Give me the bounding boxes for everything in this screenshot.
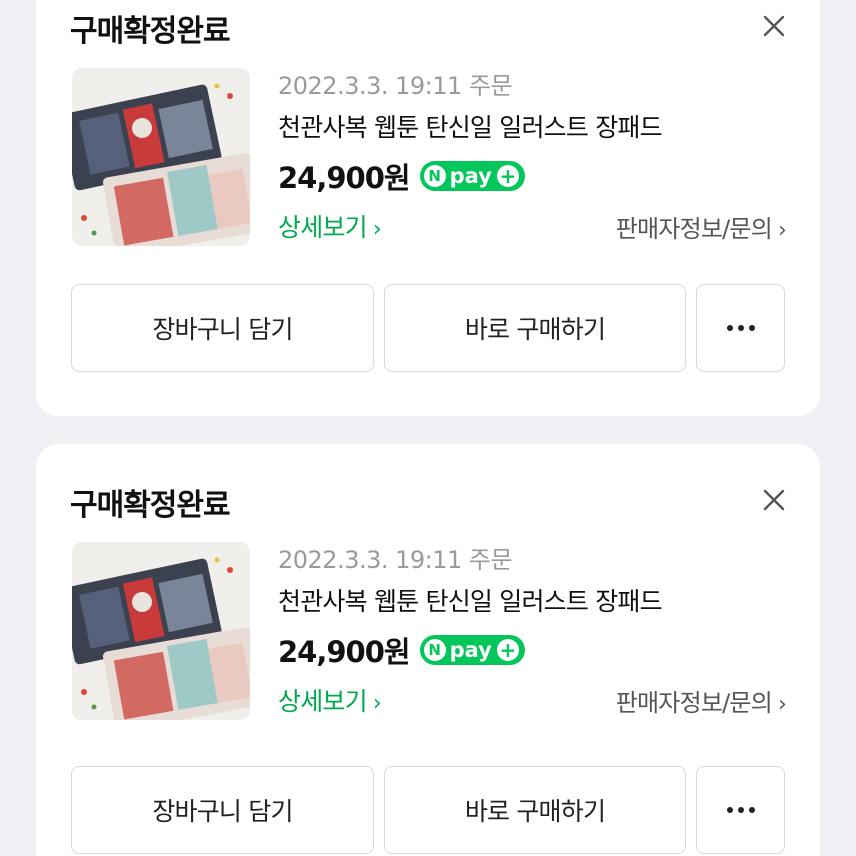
chevron-right-icon: ›	[778, 691, 787, 717]
product-name[interactable]: 천관사복 웹툰 탄신일 일러스트 장패드	[278, 108, 786, 148]
npay-label: pay	[449, 164, 492, 188]
seller-info-label: 판매자정보/문의	[615, 214, 773, 243]
buy-now-button[interactable]: 바로 구매하기	[384, 284, 686, 372]
npay-label: pay	[449, 638, 492, 662]
price-row: 24,900원 N pay +	[278, 628, 786, 672]
add-to-cart-button[interactable]: 장바구니 담기	[71, 284, 374, 372]
product-price: 24,900원	[278, 161, 411, 195]
order-status: 구매확정완료	[70, 488, 231, 523]
npay-n-icon: N	[423, 165, 446, 187]
product-thumbnail[interactable]	[72, 542, 250, 720]
seller-info-link[interactable]: 판매자정보/문의 ›	[615, 209, 787, 244]
order-date: 2022.3.3. 19:11 주문	[278, 546, 513, 574]
detail-link-label: 상세보기	[278, 687, 368, 716]
buy-now-button[interactable]: 바로 구매하기	[384, 766, 686, 854]
link-row: 상세보기 › 판매자정보/문의 ›	[278, 206, 787, 246]
product-name[interactable]: 천관사복 웹툰 탄신일 일러스트 장패드	[278, 582, 786, 622]
order-status: 구매확정완료	[70, 14, 231, 49]
chevron-right-icon: ›	[372, 691, 382, 716]
add-to-cart-button[interactable]: 장바구니 담기	[71, 766, 374, 854]
price-row: 24,900원 N pay +	[278, 154, 786, 198]
more-dots-icon	[726, 325, 755, 331]
detail-link[interactable]: 상세보기 ›	[278, 682, 382, 718]
close-icon[interactable]	[760, 12, 788, 40]
plus-icon: +	[496, 639, 519, 661]
order-card: 구매확정완료 2022.3.3. 19:11 주문 천관사복 웹툰 탄신일 일러…	[36, 444, 820, 856]
order-info: 2022.3.3. 19:11 주문 천관사복 웹툰 탄신일 일러스트 장패드 …	[278, 542, 787, 720]
seller-info-link[interactable]: 판매자정보/문의 ›	[615, 683, 787, 718]
order-card: 구매확정완료 2022.3.3. 19:11 주문 천관사복 웹툰 탄신일 일러…	[36, 0, 820, 416]
product-price: 24,900원	[278, 635, 411, 669]
npay-plus-badge: N pay +	[419, 161, 525, 191]
chevron-right-icon: ›	[372, 217, 382, 242]
plus-icon: +	[496, 165, 519, 187]
more-options-button[interactable]	[696, 284, 785, 372]
more-dots-icon	[726, 807, 755, 813]
close-icon[interactable]	[760, 486, 788, 514]
npay-n-icon: N	[423, 639, 446, 661]
detail-link[interactable]: 상세보기 ›	[278, 208, 382, 244]
order-info: 2022.3.3. 19:11 주문 천관사복 웹툰 탄신일 일러스트 장패드 …	[278, 68, 787, 246]
product-thumbnail[interactable]	[72, 68, 250, 246]
link-row: 상세보기 › 판매자정보/문의 ›	[278, 680, 787, 720]
more-options-button[interactable]	[696, 766, 785, 854]
npay-plus-badge: N pay +	[419, 635, 525, 665]
seller-info-label: 판매자정보/문의	[615, 688, 773, 717]
order-date: 2022.3.3. 19:11 주문	[278, 72, 513, 100]
chevron-right-icon: ›	[778, 217, 787, 243]
detail-link-label: 상세보기	[278, 213, 368, 242]
